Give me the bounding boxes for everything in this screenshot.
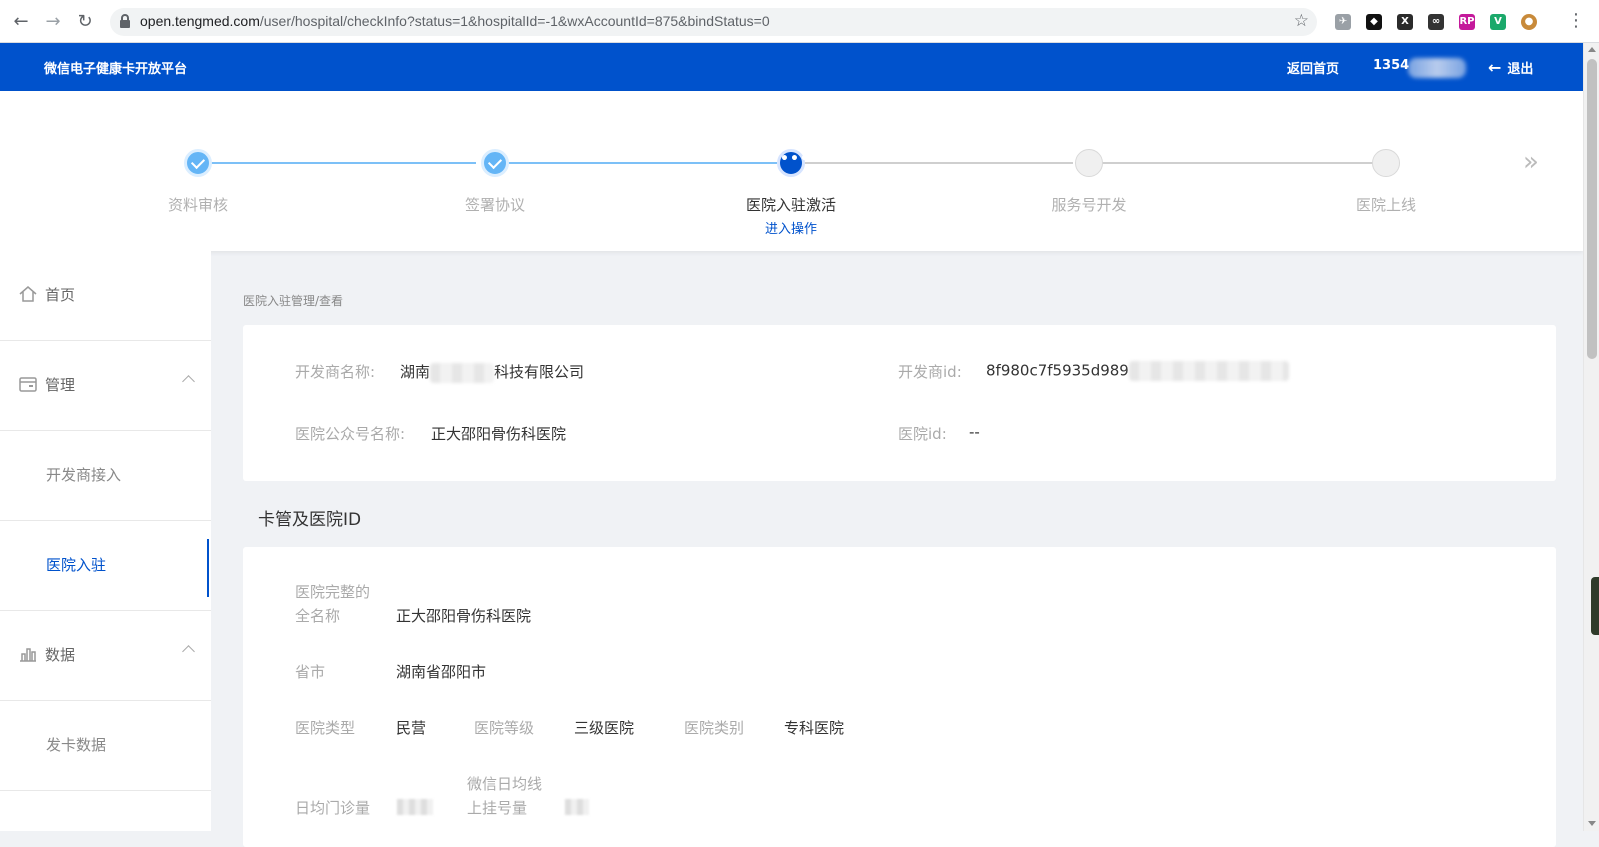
bird-extension-icon[interactable]: ✈ xyxy=(1335,14,1351,30)
chevron-up-icon xyxy=(182,375,195,388)
step-2-label: 签署协议 xyxy=(464,196,525,214)
scroll-up-arrow-icon[interactable] xyxy=(1588,47,1596,52)
hospital-fullname-value: 正大邵阳骨伤科医院 xyxy=(396,607,532,625)
step-connector xyxy=(1101,162,1373,164)
developer-info-card: 开发商名称: 湖南 科技有限公司 开发商id: 8f980c7f5935d989 … xyxy=(243,325,1556,481)
glasses-extension-icon[interactable]: ∞ xyxy=(1428,14,1444,30)
section-title-card-management: 卡管及医院ID xyxy=(258,510,362,530)
return-home-link[interactable]: 返回首页 xyxy=(1287,58,1339,77)
user-phone: 1354 xyxy=(1373,58,1410,73)
hospital-level-value: 三级医院 xyxy=(574,719,635,737)
back-icon[interactable]: ← xyxy=(10,11,32,33)
step-connector xyxy=(804,162,1073,164)
step-5-dot xyxy=(1372,149,1400,177)
redacted-text xyxy=(565,799,589,815)
bar-chart-icon xyxy=(20,648,36,662)
step-5-label: 医院上线 xyxy=(1355,196,1416,214)
bookmark-star-icon[interactable]: ☆ xyxy=(1294,11,1309,31)
sidebar-item-label: 开发商接入 xyxy=(46,466,122,484)
region-label: 省市 xyxy=(295,663,326,681)
redacted-text xyxy=(397,799,433,815)
hospital-type-label: 医院类型 xyxy=(295,719,356,737)
rp-extension-icon[interactable]: RP xyxy=(1459,14,1475,30)
url-text[interactable]: open.tengmed.com/user/hospital/checkInfo… xyxy=(140,13,770,29)
puzzle-extension-icon[interactable]: ◆ xyxy=(1366,14,1382,30)
double-chevron-right-icon[interactable]: » xyxy=(1523,147,1539,177)
sidebar-item-label: 发卡数据 xyxy=(46,736,107,754)
page-scrollbar[interactable] xyxy=(1583,43,1599,831)
home-icon xyxy=(19,286,37,302)
step-4-dot xyxy=(1075,149,1103,177)
developer-id-label: 开发商id: xyxy=(898,363,962,381)
step-3-more-icon: ••• xyxy=(777,149,809,177)
sidebar-item-developer-access[interactable]: 开发商接入 xyxy=(0,431,211,521)
enter-operation-link[interactable]: 进入操作 xyxy=(721,218,861,237)
developer-name-suffix: 科技有限公司 xyxy=(494,363,585,381)
sidebar-item-label: 管理 xyxy=(45,376,76,394)
redacted-text xyxy=(430,362,495,383)
sidebar: 首页 管理 开发商接入 医院入驻 数据 发卡数据 xyxy=(0,251,211,831)
developer-id-value: 8f980c7f5935d989 xyxy=(986,361,1289,381)
step-3-label: 医院入驻激活 xyxy=(745,196,836,214)
sidebar-item-home[interactable]: 首页 xyxy=(0,251,211,341)
sidebar-item-label: 数据 xyxy=(45,646,76,664)
hospital-id-label: 医院id: xyxy=(898,425,947,443)
official-account-value: 正大邵阳骨伤科医院 xyxy=(431,425,567,443)
browser-toolbar: ← → ↻ open.tengmed.com/user/hospital/che… xyxy=(0,0,1599,43)
hospital-level-label: 医院等级 xyxy=(474,719,535,737)
wallet-icon xyxy=(19,377,37,392)
x-extension-icon[interactable]: X xyxy=(1397,14,1413,30)
scroll-down-arrow-icon[interactable] xyxy=(1588,821,1596,826)
address-bar[interactable]: open.tengmed.com/user/hospital/checkInfo… xyxy=(110,8,1317,36)
url-domain: open.tengmed.com xyxy=(140,13,260,29)
sidebar-item-card-data[interactable]: 发卡数据 xyxy=(0,701,211,791)
phone-redaction xyxy=(1408,58,1466,78)
sidebar-item-label: 首页 xyxy=(45,286,76,304)
wechat-registrations-label-line1: 微信日均线 xyxy=(467,775,543,793)
vue-devtools-icon[interactable]: V xyxy=(1490,14,1506,30)
url-path: /user/hospital/checkInfo?status=1&hospit… xyxy=(259,13,770,29)
hospital-id-value: -- xyxy=(969,423,980,441)
logout-button[interactable]: ← 退出 xyxy=(1488,58,1533,77)
burger-extension-icon[interactable]: ● xyxy=(1521,14,1537,30)
hospital-category-value: 专科医院 xyxy=(784,719,845,737)
step-1-check-icon xyxy=(184,149,212,177)
sidebar-item-manage[interactable]: 管理 xyxy=(0,341,211,431)
step-2-check-icon xyxy=(481,149,509,177)
hospital-category-label: 医院类别 xyxy=(684,719,745,737)
developer-name-label: 开发商名称: xyxy=(295,363,376,381)
app-header: 微信电子健康卡开放平台 返回首页 1354 ← 退出 xyxy=(0,43,1599,91)
breadcrumb: 医院入驻管理/查看 xyxy=(243,294,344,308)
step-connector xyxy=(208,162,476,164)
sidebar-item-hospital-onboarding[interactable]: 医院入驻 xyxy=(0,521,211,611)
daily-visits-label: 日均门诊量 xyxy=(295,799,371,817)
developer-id-text: 8f980c7f5935d989 xyxy=(986,361,1129,380)
reload-icon[interactable]: ↻ xyxy=(74,11,96,33)
step-connector xyxy=(500,162,777,164)
developer-name-prefix: 湖南 xyxy=(400,363,431,381)
progress-steps: ••• 资料审核 签署协议 医院入驻激活 进入操作 服务号开发 医院上线 » xyxy=(0,91,1583,251)
browser-menu-icon[interactable]: ⋮ xyxy=(1567,12,1585,30)
hospital-fullname-label-line2: 全名称 xyxy=(295,607,341,625)
logout-label: 退出 xyxy=(1507,62,1534,77)
official-account-label: 医院公众号名称: xyxy=(295,425,406,443)
step-1-label: 资料审核 xyxy=(167,196,228,214)
brand-title: 微信电子健康卡开放平台 xyxy=(44,62,188,77)
region-value: 湖南省邵阳市 xyxy=(396,663,487,681)
redacted-text xyxy=(1128,361,1289,381)
forward-icon[interactable]: → xyxy=(42,11,64,33)
wechat-registrations-label-line2: 上挂号量 xyxy=(467,799,528,817)
sidebar-item-data[interactable]: 数据 xyxy=(0,611,211,701)
logout-arrow-icon: ← xyxy=(1488,58,1502,77)
sidebar-item-label: 医院入驻 xyxy=(46,556,107,574)
developer-name-value: 湖南 科技有限公司 xyxy=(400,361,584,383)
lock-icon xyxy=(120,14,130,28)
hospital-fullname-label-line1: 医院完整的 xyxy=(295,583,371,601)
side-widget-tab[interactable] xyxy=(1591,577,1599,635)
hospital-type-value: 民营 xyxy=(396,719,427,737)
hospital-info-card: 医院完整的 全名称 正大邵阳骨伤科医院 省市 湖南省邵阳市 医院类型 民营 医院… xyxy=(243,547,1556,847)
scroll-thumb[interactable] xyxy=(1587,59,1597,359)
step-4-label: 服务号开发 xyxy=(1051,196,1127,214)
chevron-up-icon xyxy=(182,645,195,658)
